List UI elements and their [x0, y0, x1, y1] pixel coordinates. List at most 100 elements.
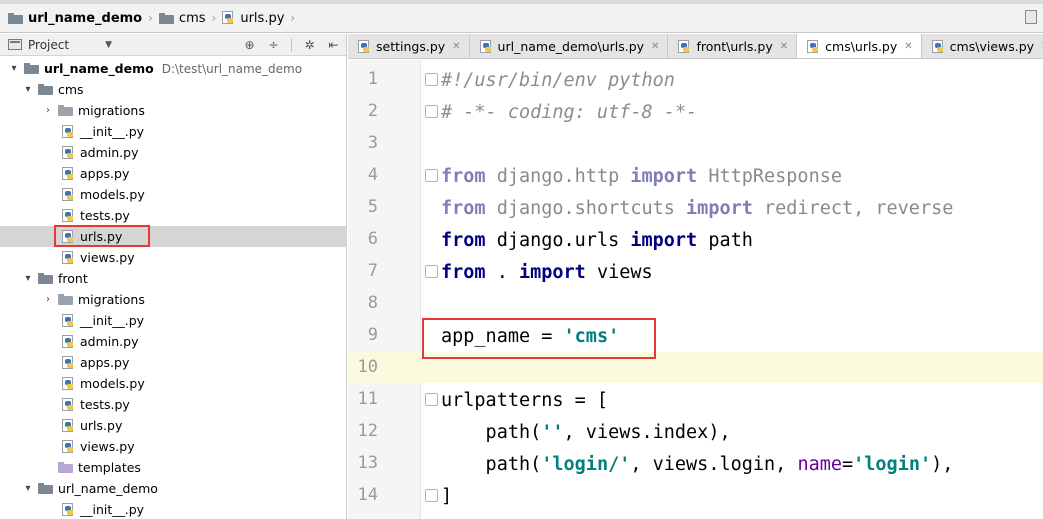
tree-item-file[interactable]: apps.py: [0, 163, 347, 184]
expand-arrow-icon[interactable]: ▾: [22, 84, 34, 95]
close-icon[interactable]: ✕: [780, 41, 788, 52]
tree-item-file[interactable]: tests.py: [0, 394, 347, 415]
code-token: import: [518, 262, 586, 283]
tree-item-label: views.py: [80, 439, 135, 454]
tree-item-file[interactable]: __init__.py: [0, 310, 347, 331]
chevron-down-icon[interactable]: ▼: [105, 40, 112, 50]
tree-item-folder[interactable]: › migrations: [0, 100, 347, 121]
tree-item-label: apps.py: [80, 355, 130, 370]
close-icon[interactable]: ✕: [452, 41, 460, 52]
code-token: from: [441, 198, 486, 219]
fold-marker-icon[interactable]: [425, 489, 438, 502]
tree-item-file[interactable]: __init__.py: [0, 499, 347, 519]
folder-icon: [38, 483, 53, 494]
tree-item-file[interactable]: apps.py: [0, 352, 347, 373]
python-file-icon: [62, 250, 75, 265]
tree-item-label: __init__.py: [80, 124, 145, 139]
tab-label: front\urls.py: [696, 39, 773, 54]
editor-tab[interactable]: url_name_demo\urls.py ✕: [469, 34, 669, 58]
breadcrumb-item-project[interactable]: url_name_demo: [8, 4, 142, 32]
code-token: import: [630, 166, 698, 187]
tree-item-file[interactable]: admin.py: [0, 142, 347, 163]
project-view-dropdown[interactable]: Project: [28, 38, 69, 52]
python-file-icon: [62, 166, 75, 181]
code-token: from: [441, 166, 486, 187]
tab-label: url_name_demo\urls.py: [497, 39, 645, 54]
folder-icon: [38, 84, 53, 95]
navigation-bar-toggle-icon[interactable]: [1025, 10, 1037, 24]
python-file-icon: [62, 334, 75, 349]
fold-marker-icon[interactable]: [425, 169, 438, 182]
code-line[interactable]: #!/usr/bin/env python: [441, 70, 675, 92]
fold-marker-icon[interactable]: [425, 105, 438, 118]
target-icon[interactable]: ⊕: [243, 38, 256, 52]
tree-item-file[interactable]: views.py: [0, 247, 347, 268]
code-editor[interactable]: 1 #!/usr/bin/env python 2 # -*- coding: utf…: [348, 60, 1043, 519]
tree-item-label: apps.py: [80, 166, 130, 181]
tree-item-file[interactable]: models.py: [0, 184, 347, 205]
tree-item-file[interactable]: models.py: [0, 373, 347, 394]
tree-item-folder[interactable]: ›templates: [0, 457, 347, 478]
editor-tab[interactable]: cms\urls.py ✕: [797, 34, 922, 58]
code-line[interactable]: from django.urls import path: [441, 230, 753, 252]
gear-icon[interactable]: ✲: [303, 38, 316, 52]
hide-icon[interactable]: ⇤: [327, 38, 340, 52]
tree-item-folder[interactable]: ▾ cms: [0, 79, 347, 100]
code-line[interactable]: urlpatterns = [: [441, 390, 608, 412]
python-file-icon: [62, 355, 75, 370]
tree-item-folder[interactable]: ▾ url_name_demo D:\test\url_name_demo: [0, 58, 347, 79]
folder-icon: [24, 63, 39, 74]
code-line[interactable]: # -*- coding: utf-8 -*-: [441, 102, 697, 124]
breadcrumb-label: cms: [178, 10, 206, 26]
collapse-icon[interactable]: ÷: [267, 38, 280, 52]
editor-tab[interactable]: cms\views.py✕: [921, 34, 1043, 58]
code-token: from: [441, 230, 486, 251]
code-token: name: [797, 454, 842, 475]
code-line[interactable]: ]: [441, 486, 452, 508]
tree-item-label: tests.py: [80, 208, 130, 223]
tree-item-file[interactable]: admin.py: [0, 331, 347, 352]
tree-item-label: cms: [58, 82, 84, 97]
tree-item-file[interactable]: urls.py: [0, 415, 347, 436]
python-file-icon: [62, 124, 75, 139]
tree-item-folder[interactable]: ▾ front: [0, 268, 347, 289]
close-icon[interactable]: ✕: [904, 41, 912, 52]
code-line[interactable]: app_name = 'cms': [441, 326, 619, 348]
expand-arrow-icon[interactable]: ▾: [22, 273, 34, 284]
line-number: 5: [367, 197, 378, 217]
python-file-icon: [62, 418, 75, 433]
tree-item-file[interactable]: __init__.py: [0, 121, 347, 142]
line-number: 13: [357, 453, 378, 473]
code-token: #!/usr/bin/env python: [441, 70, 675, 91]
python-file-icon: [62, 313, 75, 328]
tree-item-file[interactable]: views.py: [0, 436, 347, 457]
python-file-icon: [62, 187, 75, 202]
expand-arrow-icon[interactable]: ▾: [8, 63, 20, 74]
fold-marker-icon[interactable]: [425, 73, 438, 86]
breadcrumb-label: url_name_demo: [28, 10, 143, 26]
breadcrumb-item-file[interactable]: urls.py: [222, 4, 284, 32]
editor-tab[interactable]: front\urls.py ✕: [668, 34, 798, 58]
code-line[interactable]: from . import views: [441, 262, 653, 284]
fold-marker-icon[interactable]: [425, 265, 438, 278]
code-line[interactable]: from django.http import HttpResponse: [441, 166, 842, 188]
close-icon[interactable]: ✕: [651, 41, 659, 52]
code-line[interactable]: path('login/', views.login, name='login'…: [441, 454, 954, 476]
code-token: HttpResponse: [697, 166, 842, 187]
tree-item-folder[interactable]: ▾ url_name_demo: [0, 478, 347, 499]
tree-item-file[interactable]: tests.py: [0, 205, 347, 226]
collapse-arrow-icon[interactable]: ›: [42, 294, 54, 305]
code-token: .: [485, 262, 519, 283]
breadcrumb-item-cms[interactable]: cms: [158, 4, 206, 32]
collapse-arrow-icon[interactable]: ›: [42, 105, 54, 116]
tree-item-folder[interactable]: › migrations: [0, 289, 347, 310]
code-line[interactable]: path('', views.index),: [441, 422, 731, 444]
tree-item-file[interactable]: urls.py: [0, 226, 347, 247]
code-token: redirect, reverse: [752, 198, 954, 219]
expand-arrow-icon[interactable]: ▾: [22, 483, 34, 494]
fold-marker-icon[interactable]: [425, 393, 438, 406]
code-line[interactable]: from django.shortcuts import redirect, r…: [441, 198, 953, 220]
editor-tab[interactable]: settings.py ✕: [348, 34, 470, 58]
line-number: 6: [367, 229, 378, 249]
code-token: import: [630, 230, 698, 251]
